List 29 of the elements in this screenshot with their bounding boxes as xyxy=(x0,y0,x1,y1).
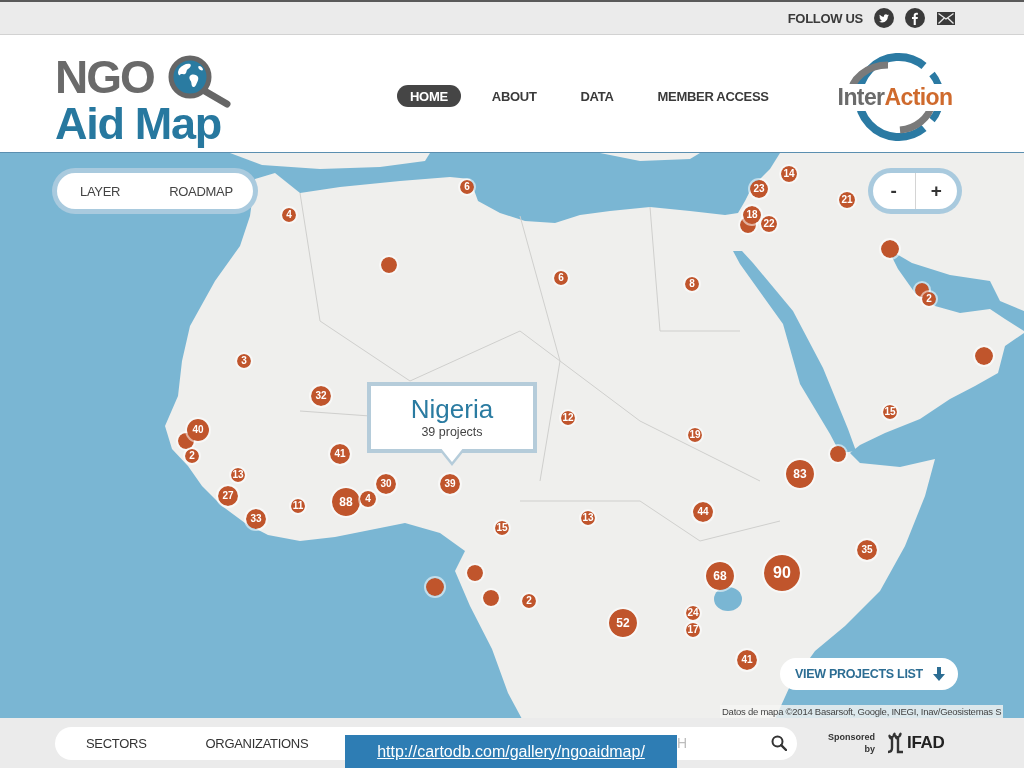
search-icon[interactable] xyxy=(771,735,787,751)
popup-subtitle: 39 projects xyxy=(421,424,483,440)
filter-tab[interactable]: SECTORS xyxy=(86,735,147,751)
search-field[interactable]: H xyxy=(677,735,769,751)
sponsor-logo-text: IFAD xyxy=(907,733,945,753)
partner-logo-text: InterAction xyxy=(836,83,954,111)
logo-subtitle: Aid Map xyxy=(55,99,221,148)
zoom-control[interactable]: - + xyxy=(868,168,962,214)
facebook-icon[interactable] xyxy=(905,8,925,28)
roadmap-button[interactable]: ROADMAP xyxy=(169,183,233,199)
logo-title: NGO xyxy=(55,55,154,99)
zoom-in-button[interactable]: + xyxy=(914,173,957,209)
sponsor-label: Sponsored by xyxy=(827,731,875,755)
nav-link[interactable]: DATA xyxy=(567,85,627,107)
arrow-down-icon xyxy=(933,667,945,681)
nav-link[interactable]: MEMBER ACCESS xyxy=(644,85,782,107)
follow-us-label: FOLLOW US xyxy=(787,10,863,26)
map-attribution: Datos de mapa ©2014 Basarsoft, Google, INEGI, Inav/Geosistemas S xyxy=(720,705,1004,718)
zoom-out-button[interactable]: - xyxy=(873,173,915,209)
nav-link[interactable]: HOME xyxy=(397,85,461,107)
layer-label: LAYER xyxy=(80,183,121,199)
popup-title: Nigeria xyxy=(410,394,494,424)
layer-control[interactable]: LAYER ROADMAP xyxy=(52,168,258,214)
twitter-icon[interactable] xyxy=(874,8,894,28)
nav-link[interactable]: ABOUT xyxy=(478,85,550,107)
source-url-link[interactable]: http://cartodb.com/gallery/ngoaidmap/ xyxy=(345,735,677,768)
view-projects-button[interactable]: VIEW PROJECTS LIST xyxy=(780,658,958,690)
wheat-icon xyxy=(885,732,905,754)
filter-tab[interactable]: ORGANIZATIONS xyxy=(205,735,309,751)
